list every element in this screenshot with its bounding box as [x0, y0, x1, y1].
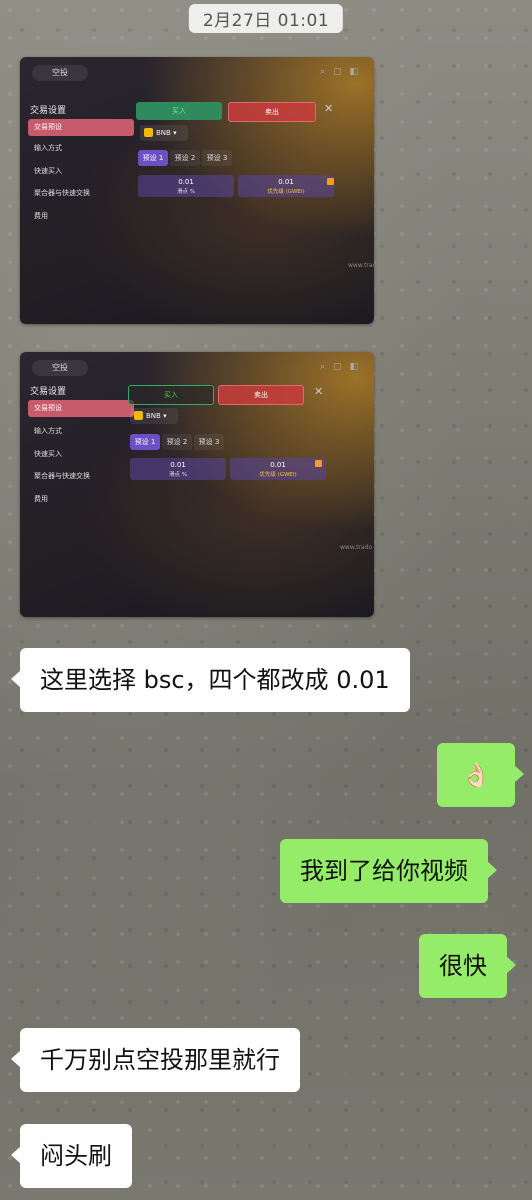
screenshot-sidebar-item: 费用 — [34, 495, 48, 503]
priority-label: 优先级 (GWEI) — [259, 472, 297, 478]
slippage-value: 0.01 — [170, 461, 186, 469]
screenshot-toolbar-icons: ⌕▢◧ — [319, 67, 366, 77]
screenshot-sidebar-item: 费用 — [34, 212, 48, 220]
screenshot-priority-box: 0.01 优先级 (GWEI) — [230, 458, 326, 480]
chat-message-right[interactable]: 很快 — [419, 934, 516, 998]
screenshot-slippage-box: 0.01 滑点 % — [138, 175, 234, 197]
screenshot-image-2[interactable]: 空投 ⌕▢◧ 交易设置 交易预设 输入方式 快速买入 聚合器与快速交换 费用 买… — [20, 352, 374, 617]
bnb-coin-icon — [134, 411, 143, 420]
screenshot-url-fragment: www.trado — [340, 544, 373, 551]
screenshot-preset-tab: 预设 3 — [202, 150, 232, 166]
screenshot-slippage-box: 0.01 滑点 % — [130, 458, 226, 480]
slippage-value: 0.01 — [178, 178, 194, 186]
screenshot-close-icon: ✕ — [314, 385, 324, 398]
screenshot-sell-button: 卖出 — [228, 102, 316, 122]
screenshot-preset-tab: 预设 1 — [138, 150, 168, 166]
priority-value: 0.01 — [278, 178, 294, 186]
screenshot-chain-select: BNB ▾ — [140, 125, 188, 141]
screenshot-sidebar-item: 快速买入 — [34, 450, 62, 458]
screenshot-preset-tab: 预设 2 — [170, 150, 200, 166]
screenshot-buy-button: 买入 — [136, 102, 222, 120]
warning-icon — [327, 178, 334, 185]
chat-message-right-emoji[interactable]: 👌🏻 — [437, 743, 524, 807]
screenshot-sidebar-item: 快速买入 — [34, 167, 62, 175]
slippage-label: 滑点 % — [169, 472, 187, 478]
screenshot-sidebar-item: 交易预设 — [28, 400, 134, 417]
screenshot-sidebar-item: 交易预设 — [28, 119, 134, 136]
screenshot-url-fragment: www.trado — [348, 262, 374, 269]
screenshot-preset-tab: 预设 1 — [130, 434, 160, 450]
screenshot-buy-button: 买入 — [128, 385, 214, 405]
priority-value: 0.01 — [270, 461, 286, 469]
chat-message-right[interactable]: 我到了给你视频 — [280, 839, 497, 903]
slippage-label: 滑点 % — [177, 189, 195, 195]
chat-message-left[interactable]: 千万别点空投那里就行 — [11, 1028, 300, 1092]
warning-icon — [315, 460, 322, 467]
priority-label: 优先级 (GWEI) — [267, 189, 305, 195]
screenshot-sidebar-item: 聚合器与快速交换 — [34, 189, 90, 197]
screenshot-sidebar-item: 聚合器与快速交换 — [34, 472, 90, 480]
screenshot-sidebar-item: 输入方式 — [34, 144, 62, 152]
screenshot-settings-title: 交易设置 — [30, 387, 67, 397]
screenshot-preset-tab: 预设 2 — [162, 434, 192, 450]
screenshot-image-1[interactable]: 空投 ⌕▢◧ 交易设置 交易预设 输入方式 快速买入 聚合器与快速交换 费用 买… — [20, 57, 374, 324]
message-timestamp: 2月27日 01:01 — [188, 4, 344, 33]
chat-message-left[interactable]: 闷头刷 — [11, 1124, 132, 1188]
screenshot-settings-title: 交易设置 — [30, 106, 67, 116]
screenshot-tab: 空投 — [32, 360, 88, 376]
screenshot-tab: 空投 — [32, 65, 88, 81]
chat-message-left[interactable]: 这里选择 bsc，四个都改成 0.01 — [11, 648, 410, 712]
screenshot-sell-button: 卖出 — [218, 385, 304, 405]
screenshot-sidebar-item: 输入方式 — [34, 427, 62, 435]
screenshot-chain-select: BNB ▾ — [130, 408, 178, 424]
screenshot-preset-tab: 预设 3 — [194, 434, 224, 450]
screenshot-close-icon: ✕ — [324, 102, 334, 115]
bnb-coin-icon — [144, 128, 153, 137]
screenshot-chain-label: BNB — [146, 412, 161, 420]
screenshot-toolbar-icons: ⌕▢◧ — [319, 362, 366, 372]
screenshot-priority-box: 0.01 优先级 (GWEI) — [238, 175, 334, 197]
screenshot-chain-label: BNB — [156, 129, 171, 137]
